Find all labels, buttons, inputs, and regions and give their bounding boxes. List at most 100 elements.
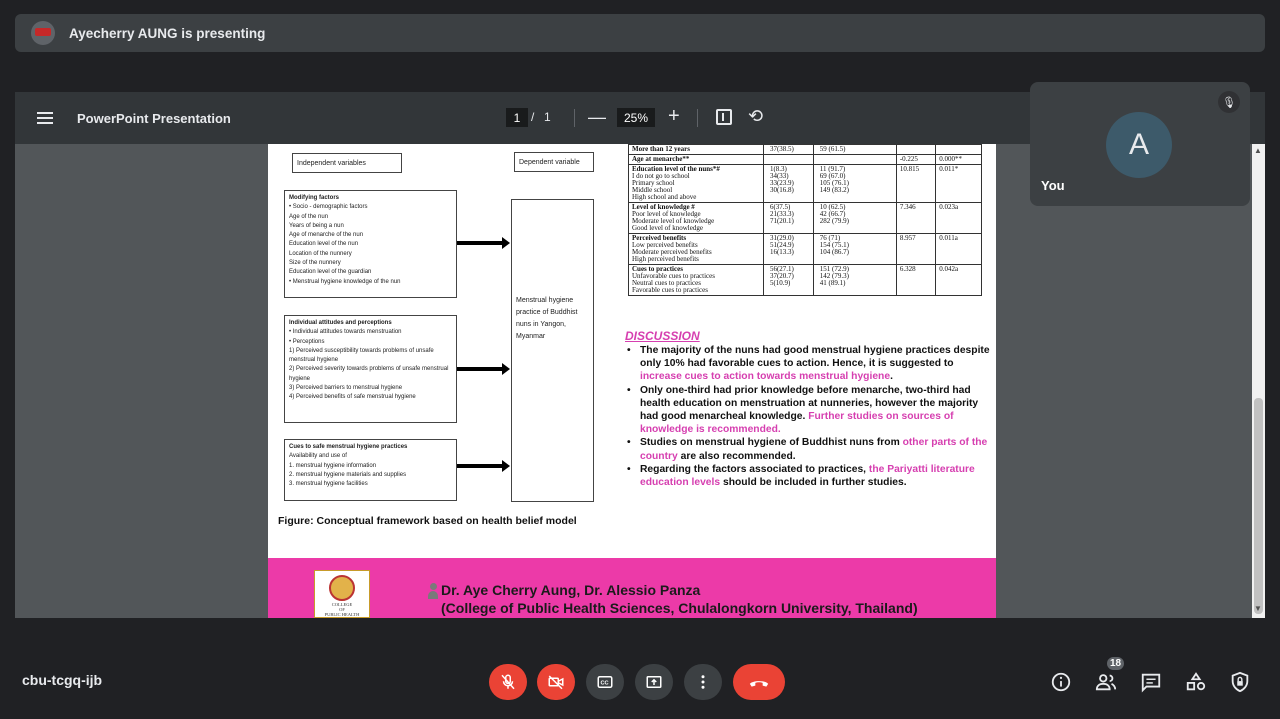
authors-block: Dr. Aye Cherry Aung, Dr. Alessio Panza (… xyxy=(441,581,918,617)
participant-count-badge: 18 xyxy=(1105,655,1126,672)
person-icon xyxy=(428,583,438,601)
table-cell: Education level of the nuns*# I do not go… xyxy=(628,164,764,203)
slide-footer: COLLEGEOFPUBLIC HEALTH SCIENCES Dr. Aye … xyxy=(268,558,996,618)
hang-up-icon xyxy=(749,681,769,687)
table-cell: 37(38.5) xyxy=(762,144,814,155)
people-button[interactable] xyxy=(1094,670,1118,694)
present-screen-icon xyxy=(646,676,662,688)
meeting-code: cbu-tcgq-ijb xyxy=(22,672,103,688)
table-cell: 59 (61.5) xyxy=(812,144,897,155)
host-controls-button[interactable] xyxy=(1228,670,1252,694)
framework-item: 3. menstrual hygiene facilities xyxy=(289,481,368,488)
framework-item: Location of the nunnery xyxy=(289,250,352,257)
framework-item: Education level of the guardian xyxy=(289,269,372,276)
slide-page: Independent variables Dependent variable… xyxy=(268,144,996,618)
toolbar-divider xyxy=(574,109,575,127)
leave-call-button[interactable] xyxy=(733,664,785,700)
fit-page-icon[interactable] xyxy=(716,109,732,125)
captions-button[interactable]: CC xyxy=(586,664,624,700)
mic-off-icon: 🎙 xyxy=(1218,91,1240,113)
dependent-variable-label: Dependent variable xyxy=(514,152,594,172)
zoom-level-input[interactable]: 25% xyxy=(617,108,655,127)
page-number-input[interactable]: 1 xyxy=(506,108,528,127)
discussion-point: Studies on menstrual hygiene of Buddhist… xyxy=(625,436,991,462)
mic-off-icon xyxy=(501,674,515,690)
scroll-down-icon[interactable]: ▼ xyxy=(1254,604,1262,613)
info-icon xyxy=(1051,672,1071,692)
table-cell: 8.957 xyxy=(895,233,937,265)
results-table: More than 12 years 37(38.5) 59 (61.5) Age a… xyxy=(628,144,982,296)
attitudes-box: Individual attitudes and perceptions • I… xyxy=(284,315,457,423)
vertical-scrollbar[interactable]: ▲ ▼ xyxy=(1252,144,1265,618)
dependent-variable-box: Menstrual hygiene practice of Buddhist n… xyxy=(511,199,594,502)
table-cell: 0.011* xyxy=(935,164,982,203)
framework-item: • Perceptions xyxy=(289,338,325,345)
page-total: 1 xyxy=(544,110,551,124)
framework-arrow xyxy=(457,237,510,249)
mic-toggle-button[interactable] xyxy=(489,664,527,700)
page-separator: / xyxy=(531,110,535,124)
table-cell: More than 12 years xyxy=(628,144,764,155)
people-icon xyxy=(1095,674,1117,691)
zoom-in-button[interactable]: + xyxy=(668,105,680,128)
discussion-list: The majority of the nuns had good menstr… xyxy=(625,344,991,489)
table-cell: Perceived benefits Low perceived benefits… xyxy=(628,233,764,265)
cues-title: Cues to safe menstrual hygiene practices xyxy=(289,444,408,450)
framework-arrow xyxy=(457,363,510,375)
more-vert-icon xyxy=(701,675,705,689)
framework-item: 3) Perceived barriers to menstrual hygie… xyxy=(289,385,403,392)
menu-icon[interactable] xyxy=(37,111,55,125)
framework-item: 1. menstrual hygiene information xyxy=(289,462,377,469)
presenting-text: Ayecherry AUNG is presenting xyxy=(69,25,266,41)
independent-variables-label: Independent variables xyxy=(292,153,402,173)
table-cell: -0.225 xyxy=(895,154,937,165)
meeting-details-button[interactable] xyxy=(1049,670,1073,694)
table-cell: Age at menarche** xyxy=(628,154,764,165)
activities-icon xyxy=(1186,672,1206,691)
framework-item: • Socio - demographic factors xyxy=(289,204,368,211)
scrollbar-thumb[interactable] xyxy=(1254,398,1263,614)
discussion-heading: DISCUSSION xyxy=(625,329,700,343)
table-cell xyxy=(935,144,982,155)
present-button[interactable] xyxy=(635,664,673,700)
table-cell: 76 (71) 154 (75.1) 104 (86.7) xyxy=(812,233,897,265)
table-cell: 0.011a xyxy=(935,233,982,265)
college-logo-text: COLLEGEOFPUBLIC HEALTH SCIENCES xyxy=(324,602,360,618)
camera-toggle-button[interactable] xyxy=(537,664,575,700)
table-cell: 7.346 xyxy=(895,202,937,234)
table-cell: 0.023a xyxy=(935,202,982,234)
activities-button[interactable] xyxy=(1184,670,1208,694)
zoom-out-button[interactable]: — xyxy=(588,107,606,128)
discussion-point: Only one-third had prior knowledge befor… xyxy=(625,384,991,437)
table-cell: Cues to practices Unfavorable cues to pra… xyxy=(628,264,764,296)
chat-button[interactable] xyxy=(1139,670,1163,694)
table-cell xyxy=(895,144,937,155)
presenting-banner: Ayecherry AUNG is presenting xyxy=(15,14,1265,52)
framework-item: Size of the nunnery xyxy=(289,260,341,267)
framework-item: 1) Perceived susceptibility towards prob… xyxy=(289,347,434,364)
framework-arrow xyxy=(457,460,510,472)
table-cell: Level of knowledge # Poor level of knowle… xyxy=(628,202,764,234)
more-options-button[interactable] xyxy=(684,664,722,700)
scroll-up-icon[interactable]: ▲ xyxy=(1254,146,1262,155)
self-name-label: You xyxy=(1041,178,1065,193)
toolbar-divider xyxy=(697,109,698,127)
table-cell: 10.815 xyxy=(895,164,937,203)
table-row: Level of knowledge # Poor level of knowle… xyxy=(628,202,982,234)
framework-item: 2. menstrual hygiene materials and suppl… xyxy=(289,471,407,478)
table-cell: 56(27.1) 37(20.7) 5(10.9) xyxy=(762,264,814,296)
table-cell xyxy=(762,154,814,165)
framework-item: Age of menarche of the nun xyxy=(289,232,364,239)
presenter-avatar xyxy=(31,21,55,45)
table-row: Education level of the nuns*# I do not go… xyxy=(628,164,982,203)
self-video-tile[interactable]: 🎙 A You xyxy=(1030,82,1250,206)
table-row: More than 12 years 37(38.5) 59 (61.5) xyxy=(628,144,982,155)
shield-lock-icon xyxy=(1231,671,1249,693)
table-cell: 1(8.3) 34(33) 33(23.9) 30(16.8) xyxy=(762,164,814,203)
rotate-icon[interactable]: ⟲ xyxy=(748,106,763,127)
attitudes-list: • Individual attitudes towards menstruat… xyxy=(289,328,452,402)
authors-names: Dr. Aye Cherry Aung, Dr. Alessio Panza xyxy=(441,582,701,598)
svg-text:CC: CC xyxy=(601,681,609,687)
authors-affiliation: (College of Public Health Sciences, Chul… xyxy=(441,600,918,616)
college-emblem-icon xyxy=(329,575,355,601)
